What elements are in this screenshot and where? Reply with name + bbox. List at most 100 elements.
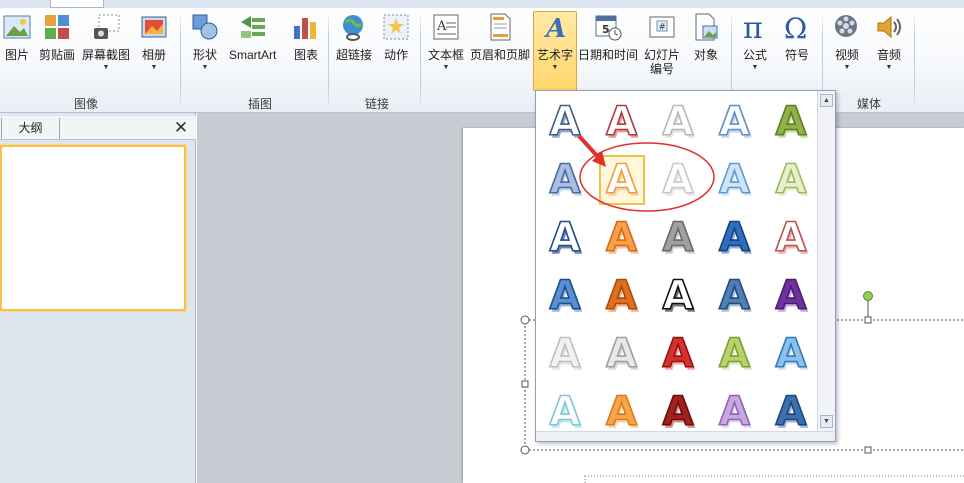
clipart-icon bbox=[45, 15, 69, 39]
datetime-label: 日期和时间 bbox=[578, 48, 639, 62]
wordart-style-option[interactable]: A bbox=[542, 271, 588, 321]
film-reel-icon bbox=[835, 15, 857, 37]
group-separator bbox=[180, 14, 181, 110]
screenshot-icon bbox=[94, 14, 120, 39]
header-footer-label: 页眉和页脚 bbox=[470, 48, 531, 62]
equation-label: 公式 bbox=[742, 48, 767, 62]
picture-button[interactable]: 图片 bbox=[2, 12, 32, 62]
slide-number-label-1: 幻灯片 bbox=[644, 48, 681, 62]
resize-handle[interactable] bbox=[521, 380, 529, 388]
object-icon bbox=[695, 13, 718, 41]
audio-button[interactable]: 音频 ▼ bbox=[874, 12, 904, 72]
audio-dropdown-icon: ▼ bbox=[885, 64, 893, 71]
wordart-button[interactable]: A 艺术字 ▼ bbox=[533, 11, 578, 91]
group-separator bbox=[420, 14, 421, 110]
screenshot-label: 屏幕截图 bbox=[82, 48, 131, 62]
datetime-button[interactable]: 5 日期和时间 bbox=[578, 12, 638, 62]
wordart-dropdown-icon: ▼ bbox=[551, 64, 559, 71]
textbox-icon: A bbox=[433, 14, 459, 40]
equation-button[interactable]: π 公式 ▼ bbox=[740, 12, 770, 72]
resize-handle[interactable] bbox=[520, 445, 530, 455]
smartart-label: SmartArt bbox=[229, 48, 277, 62]
wordart-style-option[interactable]: A bbox=[768, 387, 814, 437]
shapes-button[interactable]: 形状 ▼ bbox=[190, 12, 220, 72]
wordart-style-option[interactable]: A bbox=[542, 97, 588, 147]
object-button[interactable]: 对象 bbox=[691, 12, 721, 62]
hyperlink-label: 超链接 bbox=[336, 48, 373, 62]
wordart-gallery: AAAAAAAAAAAAAAAAAAAAAAAAAAAAAA ▲ ▼ bbox=[535, 90, 836, 442]
wordart-style-option[interactable]: A bbox=[599, 213, 645, 263]
action-button[interactable]: 动作 bbox=[381, 12, 411, 62]
wordart-style-option[interactable]: A bbox=[542, 155, 588, 205]
slide-number-button[interactable]: # 幻灯片 编号 bbox=[644, 12, 680, 76]
textbox-dropdown-icon: ▼ bbox=[442, 64, 450, 71]
ribbon-tab-strip bbox=[0, 0, 964, 8]
screenshot-button[interactable]: 屏幕截图 ▼ bbox=[82, 12, 130, 72]
wordart-style-option[interactable]: A bbox=[768, 213, 814, 263]
textbox-button[interactable]: A 文本框 ▼ bbox=[428, 12, 464, 72]
resize-handle[interactable] bbox=[520, 315, 530, 325]
object-label: 对象 bbox=[693, 48, 718, 62]
scroll-up-icon[interactable]: ▲ bbox=[820, 94, 833, 107]
group-label-illustrations: 插图 bbox=[247, 97, 272, 111]
wordart-style-option[interactable]: A bbox=[655, 387, 701, 437]
pi-icon: π bbox=[743, 12, 763, 42]
slide-thumbnail[interactable] bbox=[0, 145, 186, 311]
hyperlink-button[interactable]: 超链接 bbox=[336, 12, 372, 62]
wordart-style-option[interactable]: A bbox=[655, 213, 701, 263]
tab-outline[interactable]: 大纲 bbox=[2, 118, 60, 139]
wordart-style-option[interactable]: A bbox=[542, 329, 588, 379]
wordart-style-option[interactable]: A bbox=[599, 387, 645, 437]
clipart-button[interactable]: 剪贴画 bbox=[39, 12, 75, 62]
wordart-style-option[interactable]: A bbox=[542, 213, 588, 263]
wordart-style-option[interactable]: A bbox=[712, 97, 758, 147]
wordart-style-option[interactable]: A bbox=[768, 155, 814, 205]
wordart-style-option[interactable]: A bbox=[542, 387, 588, 437]
wordart-style-option[interactable]: A bbox=[599, 271, 645, 321]
symbol-button[interactable]: Ω 符号 bbox=[782, 12, 812, 62]
wordart-style-option[interactable]: A bbox=[768, 329, 814, 379]
resize-handle[interactable] bbox=[864, 316, 872, 324]
resize-handle[interactable] bbox=[864, 446, 872, 454]
svg-text:A: A bbox=[543, 14, 566, 42]
header-footer-button[interactable]: 页眉和页脚 bbox=[470, 12, 530, 62]
wordart-style-option[interactable]: A bbox=[768, 97, 814, 147]
chart-button[interactable]: 图表 bbox=[291, 12, 321, 62]
smartart-icon bbox=[240, 16, 265, 38]
hyperlink-icon bbox=[343, 15, 363, 41]
wordart-style-option[interactable]: A bbox=[655, 329, 701, 379]
wordart-style-option[interactable]: A bbox=[599, 97, 645, 147]
svg-text:A: A bbox=[436, 19, 447, 34]
chart-label: 图表 bbox=[293, 48, 318, 62]
wordart-style-option[interactable]: A bbox=[712, 271, 758, 321]
group-label-links: 链接 bbox=[364, 97, 389, 111]
calendar-clock-icon: 5 bbox=[595, 15, 622, 41]
wordart-style-option[interactable]: A bbox=[655, 155, 701, 205]
action-icon bbox=[383, 14, 409, 40]
close-icon[interactable]: ✕ bbox=[172, 118, 190, 138]
wordart-style-option[interactable]: A bbox=[598, 155, 645, 205]
wordart-style-option[interactable]: A bbox=[655, 271, 701, 321]
album-label: 相册 bbox=[141, 48, 166, 62]
album-button[interactable]: 相册 ▼ bbox=[139, 12, 169, 72]
wordart-style-option[interactable]: A bbox=[712, 213, 758, 263]
gallery-footer bbox=[536, 431, 835, 441]
group-separator bbox=[328, 14, 329, 110]
smartart-button[interactable]: SmartArt bbox=[229, 12, 276, 62]
album-dropdown-icon: ▼ bbox=[150, 64, 158, 71]
rotate-handle-icon[interactable] bbox=[863, 291, 873, 301]
wordart-style-option[interactable]: A bbox=[655, 97, 701, 147]
screenshot-dropdown-icon: ▼ bbox=[102, 64, 110, 71]
wordart-style-option[interactable]: A bbox=[599, 329, 645, 379]
wordart-style-option[interactable]: A bbox=[712, 329, 758, 379]
video-button[interactable]: 视频 ▼ bbox=[832, 12, 862, 72]
shapes-label: 形状 bbox=[192, 48, 217, 62]
tab-insert[interactable] bbox=[50, 0, 104, 8]
scroll-down-icon[interactable]: ▼ bbox=[820, 415, 833, 428]
wordart-label: 艺术字 bbox=[537, 48, 574, 62]
gallery-scrollbar[interactable]: ▲ ▼ bbox=[817, 91, 835, 431]
wordart-style-option[interactable]: A bbox=[712, 387, 758, 437]
wordart-style-option[interactable]: A bbox=[768, 271, 814, 321]
wordart-style-option[interactable]: A bbox=[712, 155, 758, 205]
slide-number-label-2: 编号 bbox=[650, 62, 675, 76]
